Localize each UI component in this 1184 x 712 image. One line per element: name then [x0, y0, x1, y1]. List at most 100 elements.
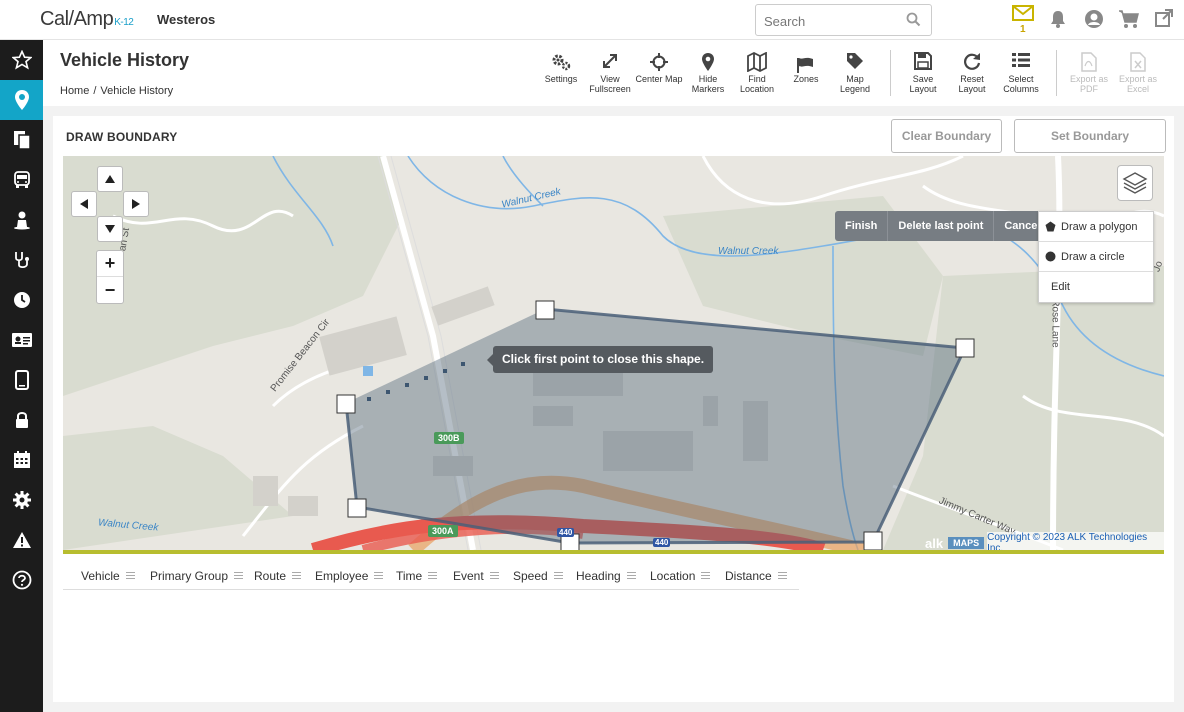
pan-up-button[interactable]: [97, 166, 123, 192]
column-header-time[interactable]: Time: [396, 561, 438, 590]
column-menu-icon[interactable]: [701, 572, 711, 579]
copyright-link[interactable]: Copyright © 2023 ALK Technologies Inc.: [987, 532, 1164, 550]
history-table-header: Vehicle Primary Group Route Employee Tim…: [63, 561, 799, 590]
reset-layout-label: Reset Layout: [958, 74, 986, 94]
draw-polygon-label: Draw a polygon: [1061, 220, 1138, 233]
column-menu-icon[interactable]: [428, 572, 438, 579]
save-layout-button[interactable]: Save Layout: [898, 52, 948, 94]
sidebar-item-id-cards[interactable]: [0, 320, 43, 360]
pan-right-button[interactable]: [123, 191, 149, 217]
map-attribution: alk MAPS Copyright © 2023 ALK Technologi…: [925, 532, 1164, 550]
bell-icon[interactable]: [1048, 9, 1072, 39]
draw-tools-menu: Draw a polygon Draw a circle Edit: [1038, 211, 1154, 303]
column-label: Route: [254, 568, 287, 583]
select-columns-button[interactable]: Select Columns: [996, 52, 1046, 94]
org-name[interactable]: Westeros: [157, 12, 215, 27]
help-icon: [12, 570, 31, 590]
column-header-heading[interactable]: Heading: [576, 561, 636, 590]
sidebar-item-favorites[interactable]: [0, 40, 43, 80]
column-header-employee[interactable]: Employee: [315, 561, 384, 590]
draw-circle-item[interactable]: Draw a circle: [1039, 242, 1153, 272]
sidebar-item-vehicles[interactable]: [0, 160, 43, 200]
column-header-primary-group[interactable]: Primary Group: [150, 561, 244, 590]
column-label: Employee: [315, 568, 369, 583]
map-resize-bar[interactable]: [63, 550, 1164, 554]
breadcrumb-home[interactable]: Home: [60, 85, 89, 97]
map-legend-button[interactable]: Map Legend: [830, 52, 880, 94]
excel-file-icon: [1130, 52, 1146, 72]
column-menu-icon[interactable]: [125, 572, 135, 579]
hide-markers-label: Hide Markers: [691, 74, 725, 94]
sidebar-item-devices[interactable]: [0, 360, 43, 400]
map-view[interactable]: Walnut Creek Walnut Creek Walnut Creek P…: [63, 156, 1164, 550]
column-menu-icon[interactable]: [626, 572, 636, 579]
zoom-out-button[interactable]: −: [97, 277, 123, 303]
save-layout-label: Save Layout: [909, 74, 937, 94]
draw-boundary-panel: DRAW BOUNDARY Clear Boundary Set Boundar…: [53, 116, 1174, 702]
sidebar-item-settings[interactable]: [0, 480, 43, 520]
column-menu-icon[interactable]: [553, 572, 563, 579]
column-header-distance[interactable]: Distance: [725, 561, 787, 590]
column-menu-icon[interactable]: [374, 572, 384, 579]
column-menu-icon[interactable]: [777, 572, 787, 579]
calendar-icon: [13, 451, 30, 468]
export-pdf-button[interactable]: Export as PDF: [1064, 52, 1114, 94]
column-label: Speed: [513, 568, 548, 583]
sidebar-item-security[interactable]: [0, 400, 43, 440]
column-header-event[interactable]: Event: [453, 561, 499, 590]
sidebar-item-students[interactable]: [0, 200, 43, 240]
expand-icon: [603, 54, 617, 68]
zoom-in-button[interactable]: +: [97, 251, 123, 277]
view-fullscreen-button[interactable]: View Fullscreen: [585, 52, 635, 94]
set-boundary-button[interactable]: Set Boundary: [1014, 119, 1166, 153]
column-menu-icon[interactable]: [234, 572, 244, 579]
delete-last-point-button[interactable]: Delete last point: [888, 211, 995, 241]
stethoscope-icon: [14, 252, 29, 269]
column-header-speed[interactable]: Speed: [513, 561, 563, 590]
settings-button[interactable]: Settings: [536, 52, 586, 84]
column-header-vehicle[interactable]: Vehicle: [81, 561, 135, 590]
layers-button[interactable]: [1117, 165, 1153, 201]
breadcrumb-current: Vehicle History: [100, 85, 174, 97]
pan-down-button[interactable]: [97, 216, 123, 242]
search-input[interactable]: [764, 12, 904, 30]
draw-polygon-item[interactable]: Draw a polygon: [1039, 212, 1153, 242]
column-menu-icon[interactable]: [292, 572, 302, 579]
sidebar-item-history[interactable]: [0, 280, 43, 320]
sidebar-item-reports[interactable]: [0, 120, 43, 160]
sidebar-item-calendar[interactable]: [0, 440, 43, 480]
pan-left-button[interactable]: [71, 191, 97, 217]
find-location-button[interactable]: Find Location: [732, 52, 782, 94]
sidebar-item-map[interactable]: [0, 80, 43, 120]
sidebar-item-health[interactable]: [0, 240, 43, 280]
sidebar-item-help[interactable]: [0, 560, 43, 600]
toolbar-divider: [890, 50, 891, 96]
finish-button[interactable]: Finish: [835, 211, 889, 241]
sidebar-item-alerts[interactable]: [0, 520, 43, 560]
user-account-icon[interactable]: [1084, 9, 1108, 39]
search-icon[interactable]: [906, 12, 921, 30]
messages-icon[interactable]: 1: [1012, 5, 1036, 35]
toolbar-divider: [1056, 50, 1057, 96]
message-count: 1: [1020, 24, 1026, 35]
gear-icon: [12, 491, 31, 509]
hide-markers-button[interactable]: Hide Markers: [683, 52, 733, 94]
external-link-icon[interactable]: [1154, 8, 1178, 38]
top-bar: Cal/AmpK-12 Westeros 1: [0, 0, 1184, 40]
arrow-left-icon: [80, 199, 88, 209]
column-header-route[interactable]: Route: [254, 561, 302, 590]
column-menu-icon[interactable]: [489, 572, 499, 579]
page-title: Vehicle History: [60, 50, 190, 70]
calamp-logo[interactable]: Cal/AmpK-12: [40, 8, 134, 31]
export-excel-button[interactable]: Export as Excel: [1113, 52, 1163, 94]
zones-button[interactable]: Zones: [781, 57, 831, 84]
column-header-location[interactable]: Location: [650, 561, 711, 590]
interstate-shield: 440: [557, 528, 575, 537]
cart-icon[interactable]: [1118, 9, 1142, 39]
edit-item[interactable]: Edit: [1039, 272, 1153, 302]
arrow-up-icon: [105, 175, 115, 183]
clear-boundary-button[interactable]: Clear Boundary: [891, 119, 1002, 153]
reset-layout-button[interactable]: Reset Layout: [947, 52, 997, 94]
draw-actions-bar: Finish Delete last point Cancel: [835, 211, 1052, 241]
center-map-button[interactable]: Center Map: [634, 52, 684, 84]
